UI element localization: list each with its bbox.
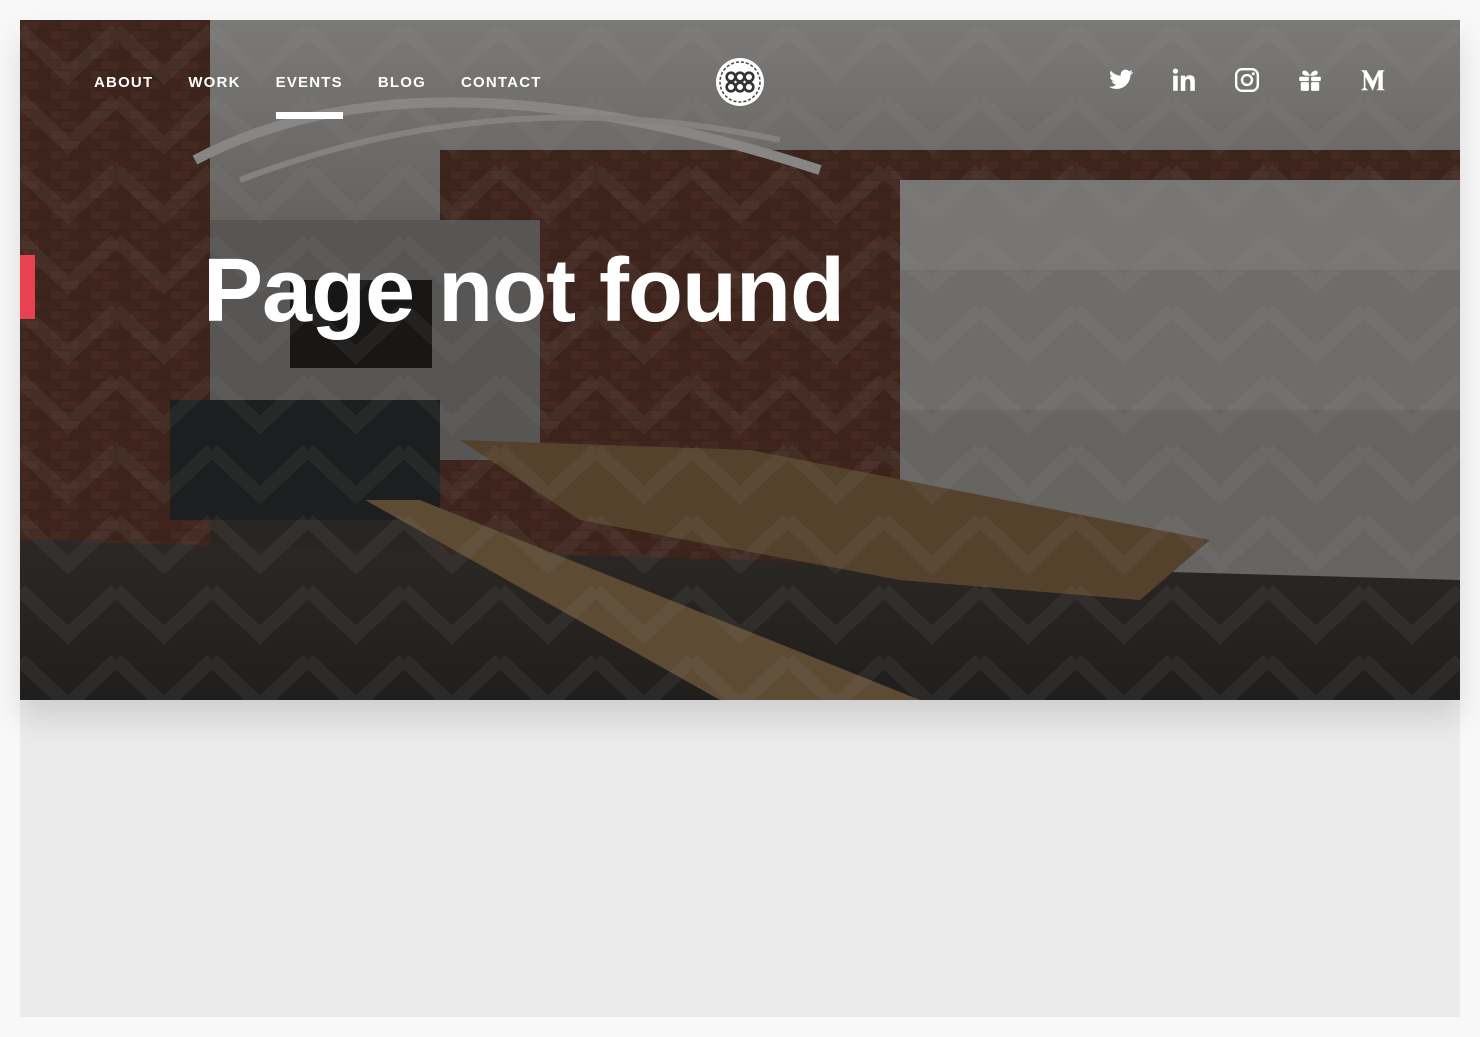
nav-item-work[interactable]: WORK	[188, 74, 240, 105]
nav-item-blog[interactable]: BLOG	[378, 74, 426, 105]
gift-icon[interactable]	[1297, 67, 1323, 93]
nav-item-contact[interactable]: CONTACT	[461, 74, 542, 105]
nav-item-about[interactable]: ABOUT	[94, 74, 153, 105]
instagram-icon[interactable]	[1234, 67, 1260, 93]
social-links	[1108, 67, 1386, 93]
page-frame: ABOUT WORK EVENTS BLOG CONTACT Page not …	[20, 20, 1460, 1017]
office-background-image	[20, 20, 1460, 700]
nav-item-events[interactable]: EVENTS	[275, 74, 344, 119]
main-nav: ABOUT WORK EVENTS BLOG CONTACT	[94, 74, 542, 119]
badge-logo-icon[interactable]	[715, 57, 765, 107]
medium-icon[interactable]	[1360, 67, 1386, 93]
page-title: Page not found	[203, 241, 845, 341]
accent-marker	[20, 255, 35, 319]
twitter-icon[interactable]	[1108, 67, 1134, 93]
hero-banner: ABOUT WORK EVENTS BLOG CONTACT Page not …	[20, 20, 1460, 700]
linkedin-icon[interactable]	[1171, 67, 1197, 93]
